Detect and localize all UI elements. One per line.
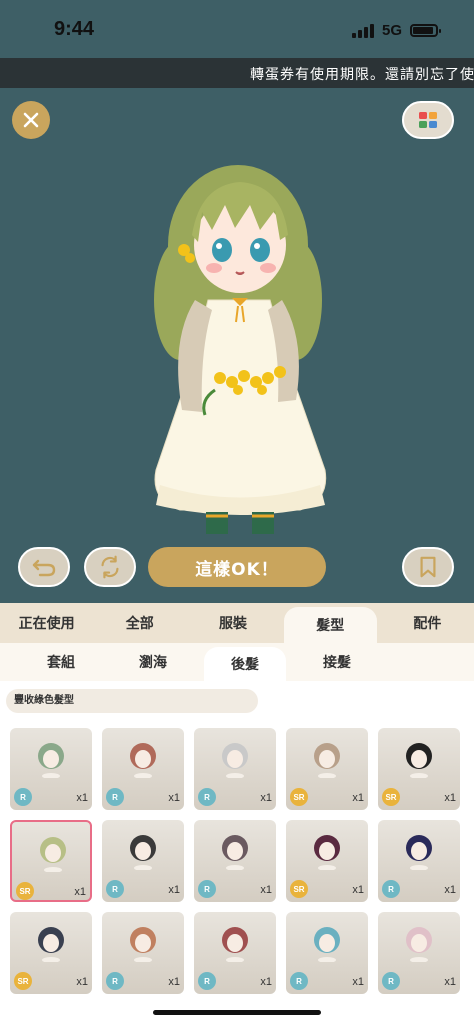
hair-item[interactable]: Rx1 [286,912,368,994]
close-button[interactable] [12,101,50,139]
item-count: x1 [352,792,364,804]
hair-preview-icon [314,743,340,778]
item-count: x1 [168,792,180,804]
hair-item[interactable]: Rx1 [102,728,184,810]
rarity-badge: SR [290,788,308,806]
hair-preview-icon [406,927,432,962]
rarity-badge: R [382,880,400,898]
home-indicator [153,1010,321,1015]
confirm-button[interactable]: 這樣OK！ [148,547,326,587]
hair-item[interactable]: SR x1 [286,820,368,902]
item-count: x1 [74,886,86,898]
subtab-set[interactable]: 套組 [20,643,102,681]
item-count: x1 [168,976,180,988]
category-tabs: 正在使用 全部 服裝 髮型 配件 [0,603,474,643]
subtab-extensions[interactable]: 接髮 [296,643,378,681]
subtab-bangs[interactable]: 瀏海 [112,643,194,681]
item-count: x1 [352,976,364,988]
hair-preview-icon [406,743,432,778]
tab-accessories[interactable]: 配件 [381,603,474,643]
network-label: 5G [381,22,402,39]
notice-text: 轉蛋券有使用期限。還請別忘了使 [250,67,474,83]
rarity-badge: SR [14,972,32,990]
hair-preview-icon [222,927,248,962]
rarity-badge: R [106,880,124,898]
avatar-character [154,165,327,534]
sub-tabs: 套組 瀏海 後髮 接髮 [0,643,474,681]
tab-clothing[interactable]: 服裝 [186,603,279,643]
refresh-icon [101,555,119,579]
hair-item[interactable]: Rx1 [378,912,460,994]
hair-preview-icon [130,835,156,870]
undo-button[interactable] [18,547,70,587]
item-count: x1 [444,976,456,988]
rarity-badge: R [14,788,32,806]
filter-pill[interactable]: 豐收綠色髮型 [6,689,258,713]
hair-preview-icon [222,743,248,778]
notice-marquee: 轉蛋券有使用期限。還請別忘了使 [0,58,474,88]
rarity-badge: R [198,788,216,806]
rarity-badge: SR [290,880,308,898]
hair-item[interactable]: SR x1 [286,728,368,810]
rarity-badge: R [198,972,216,990]
tab-in-use[interactable]: 正在使用 [0,603,93,643]
item-count: x1 [168,884,180,896]
bookmark-icon [420,556,436,578]
item-count: x1 [260,792,272,804]
hair-preview-icon [38,927,64,962]
close-icon [23,112,39,128]
hair-item[interactable]: Rx1 [194,912,276,994]
undo-icon [32,559,56,577]
palette-grid-icon [419,112,437,128]
status-icons: 5G [351,22,441,39]
subtab-back-hair[interactable]: 後髮 [204,647,286,681]
randomize-button[interactable] [84,547,136,587]
rarity-badge: R [290,972,308,990]
hair-preview-icon [314,835,340,870]
hair-item[interactable]: Rx1 [194,820,276,902]
item-list-panel: 豐收綠色髮型 Rx1 Rx1 Rx1 SR x1 SR x1 SR x1 Rx1 Rx1 SR x1 Rx… [0,681,474,1024]
rarity-badge: SR [16,882,34,900]
hair-preview-icon [40,837,66,872]
tab-all[interactable]: 全部 [93,603,186,643]
item-count: x1 [352,884,364,896]
hair-item[interactable]: SR x1 [378,728,460,810]
item-count: x1 [444,792,456,804]
hair-item[interactable]: Rx1 [102,820,184,902]
tab-hairstyle[interactable]: 髮型 [283,607,377,643]
hair-item[interactable]: Rx1 [378,820,460,902]
hair-item[interactable]: Rx1 [10,728,92,810]
item-count: x1 [76,976,88,988]
hair-preview-icon [130,927,156,962]
rarity-badge: R [106,788,124,806]
save-outfit-button[interactable] [402,547,454,587]
hair-item[interactable]: SR x1 [10,820,92,902]
signal-icon [351,23,374,38]
hair-preview-icon [38,743,64,778]
item-count: x1 [260,884,272,896]
hair-preview-icon [130,743,156,778]
hair-preview-icon [406,835,432,870]
hair-item[interactable]: Rx1 [194,728,276,810]
battery-icon [410,24,441,37]
item-count: x1 [444,884,456,896]
hair-item[interactable]: SR x1 [10,912,92,994]
status-bar: 9:44 5G [0,0,474,58]
rarity-badge: R [382,972,400,990]
rarity-badge: SR [382,788,400,806]
item-count: x1 [76,792,88,804]
item-count: x1 [260,976,272,988]
hair-preview-icon [314,927,340,962]
color-palette-button[interactable] [402,101,454,139]
rarity-badge: R [106,972,124,990]
hair-preview-icon [222,835,248,870]
status-time: 9:44 [54,18,95,40]
rarity-badge: R [198,880,216,898]
hair-item[interactable]: Rx1 [102,912,184,994]
